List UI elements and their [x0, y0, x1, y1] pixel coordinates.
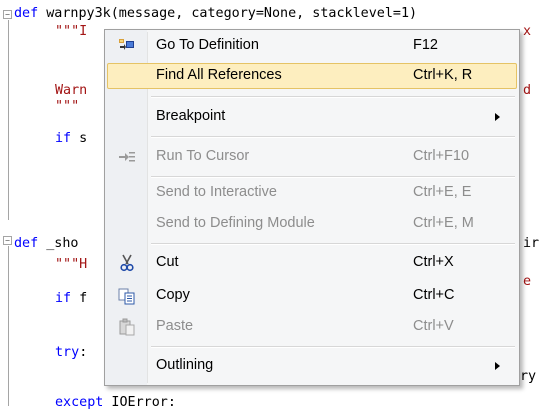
code-keyword: def — [14, 6, 39, 21]
code-text: f — [71, 291, 88, 306]
code-line: def warnpy3k(message, category=None, sta… — [14, 6, 417, 22]
code-line: def _sho — [14, 236, 79, 252]
menu-separator — [151, 346, 515, 348]
scissors-icon — [120, 254, 134, 272]
code-text: warnpy3k(message, category=None, stackle… — [38, 6, 418, 21]
code-line: if s — [55, 131, 87, 147]
outline-guide-line — [8, 20, 9, 220]
menu-item-label: Breakpoint — [156, 108, 226, 124]
code-text: IOError: — [103, 395, 176, 410]
submenu-arrow-icon — [495, 362, 500, 370]
code-docstring: """H — [55, 257, 88, 272]
code-line: """H — [55, 257, 87, 273]
submenu-arrow-icon — [495, 113, 500, 121]
code-keyword: except — [55, 395, 104, 410]
code-line-tail: x — [523, 24, 531, 40]
code-line: Warn — [55, 83, 87, 99]
code-text: : — [79, 345, 88, 360]
collapse-toggle-icon[interactable]: − — [3, 10, 12, 19]
menu-item-label: Send to Interactive — [156, 184, 277, 200]
menu-item-label: Send to Defining Module — [156, 215, 315, 231]
code-docstring: x — [523, 24, 532, 39]
menu-item-label: Go To Definition — [156, 37, 259, 53]
code-line-tail: ir — [523, 236, 539, 252]
code-docstring: d — [523, 83, 532, 98]
code-text: s — [71, 131, 88, 146]
menu-item-copy[interactable]: Copy Ctrl+C — [107, 283, 517, 309]
menu-item-label: Paste — [156, 318, 194, 334]
paste-icon — [119, 318, 135, 336]
menu-item-run-to-cursor[interactable]: Run To Cursor Ctrl+F10 — [107, 144, 517, 170]
collapse-toggle-icon[interactable]: − — [3, 236, 12, 245]
menu-separator — [151, 96, 515, 98]
code-text: ir — [523, 236, 540, 251]
menu-separator — [151, 136, 515, 138]
code-keyword: def — [14, 236, 39, 251]
code-docstring: """ — [55, 99, 80, 114]
menu-item-shortcut: Ctrl+E, M — [413, 215, 474, 231]
go-to-definition-icon — [119, 39, 134, 50]
menu-item-shortcut: Ctrl+X — [413, 254, 454, 270]
code-line-tail: ry — [520, 369, 536, 385]
code-docstring: e — [523, 274, 532, 289]
menu-item-label: Outlining — [156, 357, 214, 373]
code-docstring: Warn — [55, 83, 88, 98]
menu-item-outlining[interactable]: Outlining — [107, 353, 517, 379]
menu-item-breakpoint[interactable]: Breakpoint — [107, 104, 517, 130]
menu-item-go-to-definition[interactable]: Go To Definition F12 — [107, 33, 517, 59]
code-line: except IOError: — [55, 395, 176, 411]
menu-item-shortcut: Ctrl+C — [413, 287, 455, 303]
code-line: """I — [55, 24, 87, 40]
code-line-tail: d — [523, 83, 531, 99]
run-to-cursor-icon — [119, 152, 135, 162]
menu-item-shortcut: Ctrl+E, E — [413, 184, 472, 200]
menu-item-send-to-defining-module[interactable]: Send to Defining Module Ctrl+E, M — [107, 211, 517, 237]
code-docstring: """I — [55, 24, 88, 39]
menu-item-find-all-references[interactable]: Find All References Ctrl+K, R — [107, 63, 517, 89]
menu-item-shortcut: Ctrl+F10 — [413, 148, 470, 164]
code-line-tail: e — [523, 274, 531, 290]
menu-item-shortcut: F12 — [413, 37, 438, 53]
menu-item-label: Run To Cursor — [156, 148, 250, 164]
context-menu: Go To Definition F12 Find All References… — [104, 29, 520, 386]
outline-guide-line — [8, 246, 9, 406]
menu-item-label: Find All References — [156, 67, 282, 83]
code-line: try: — [55, 345, 87, 361]
code-keyword: try — [55, 345, 80, 360]
menu-separator — [151, 176, 515, 178]
menu-item-cut[interactable]: Cut Ctrl+X — [107, 250, 517, 276]
menu-item-label: Copy — [156, 287, 190, 303]
code-line: """ — [55, 99, 79, 115]
code-text: _sho — [38, 236, 79, 251]
menu-item-send-to-interactive[interactable]: Send to Interactive Ctrl+E, E — [107, 180, 517, 206]
code-keyword: if — [55, 291, 72, 306]
menu-separator — [151, 243, 515, 245]
menu-item-label: Cut — [156, 254, 179, 270]
menu-item-shortcut: Ctrl+K, R — [413, 67, 473, 83]
copy-icon — [118, 288, 135, 305]
code-text: ry — [520, 369, 537, 384]
code-line: if f — [55, 291, 87, 307]
menu-item-paste[interactable]: Paste Ctrl+V — [107, 314, 517, 340]
menu-item-shortcut: Ctrl+V — [413, 318, 454, 334]
code-keyword: if — [55, 131, 72, 146]
